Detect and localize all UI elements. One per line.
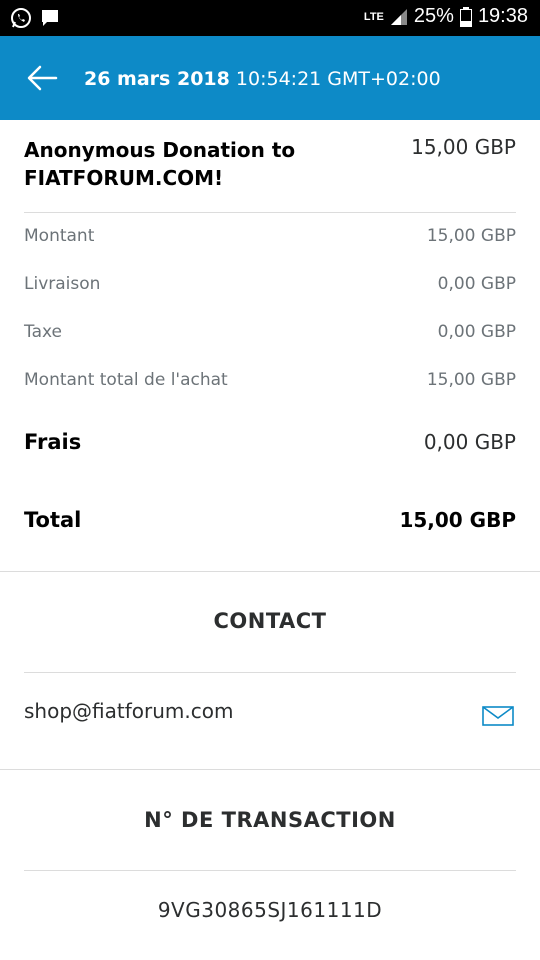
divider — [24, 870, 516, 871]
network-type: LTE — [363, 10, 384, 23]
detail-label: Montant total de l'achat — [24, 370, 228, 390]
signal-icon — [390, 8, 407, 25]
total-value: 15,00 GBP — [399, 508, 516, 532]
divider — [24, 212, 516, 213]
detail-label: Livraison — [24, 274, 101, 294]
contact-heading: CONTACT — [213, 609, 327, 633]
item-title: Anonymous Donation to FIATFORUM.COM! — [24, 138, 296, 190]
system-status: LTE 25% 19:38 — [364, 5, 528, 28]
message-icon — [42, 10, 58, 26]
notification-icons — [10, 7, 60, 29]
transaction-datetime: 26 mars 2018 10:54:21 GMT+02:00 — [84, 68, 441, 90]
status-bar: LTE 25% 19:38 — [0, 0, 540, 36]
transaction-number-heading: N° DE TRANSACTION — [144, 808, 396, 832]
transaction-id: 9VG30865SJ161111D — [157, 898, 383, 922]
detail-value: 0,00 GBP — [437, 274, 516, 294]
battery-percent: 25% — [413, 5, 454, 27]
detail-label: Montant — [24, 226, 95, 246]
transaction-time: 10:54:21 GMT+02:00 — [235, 68, 441, 90]
whatsapp-icon — [11, 8, 31, 28]
detail-label: Taxe — [24, 322, 62, 342]
fees-value: 0,00 GBP — [423, 430, 516, 454]
battery-icon — [459, 6, 472, 27]
section-divider — [0, 571, 540, 572]
divider — [24, 672, 516, 673]
mail-icon[interactable] — [482, 706, 514, 726]
detail-value: 15,00 GBP — [426, 226, 516, 246]
app-header: 26 mars 2018 10:54:21 GMT+02:00 — [0, 36, 540, 120]
detail-value: 0,00 GBP — [437, 322, 516, 342]
total-label: Total — [24, 508, 82, 532]
section-divider — [0, 769, 540, 770]
contact-email-link[interactable]: shop@fiatforum.com — [24, 699, 233, 723]
arrow-left-icon — [27, 65, 58, 91]
back-button[interactable] — [22, 58, 62, 98]
detail-value: 15,00 GBP — [426, 370, 516, 390]
transaction-date: 26 mars 2018 — [84, 68, 230, 90]
clock: 19:38 — [477, 5, 528, 27]
fees-label: Frais — [24, 430, 82, 454]
item-amount: 15,00 GBP — [411, 135, 516, 159]
